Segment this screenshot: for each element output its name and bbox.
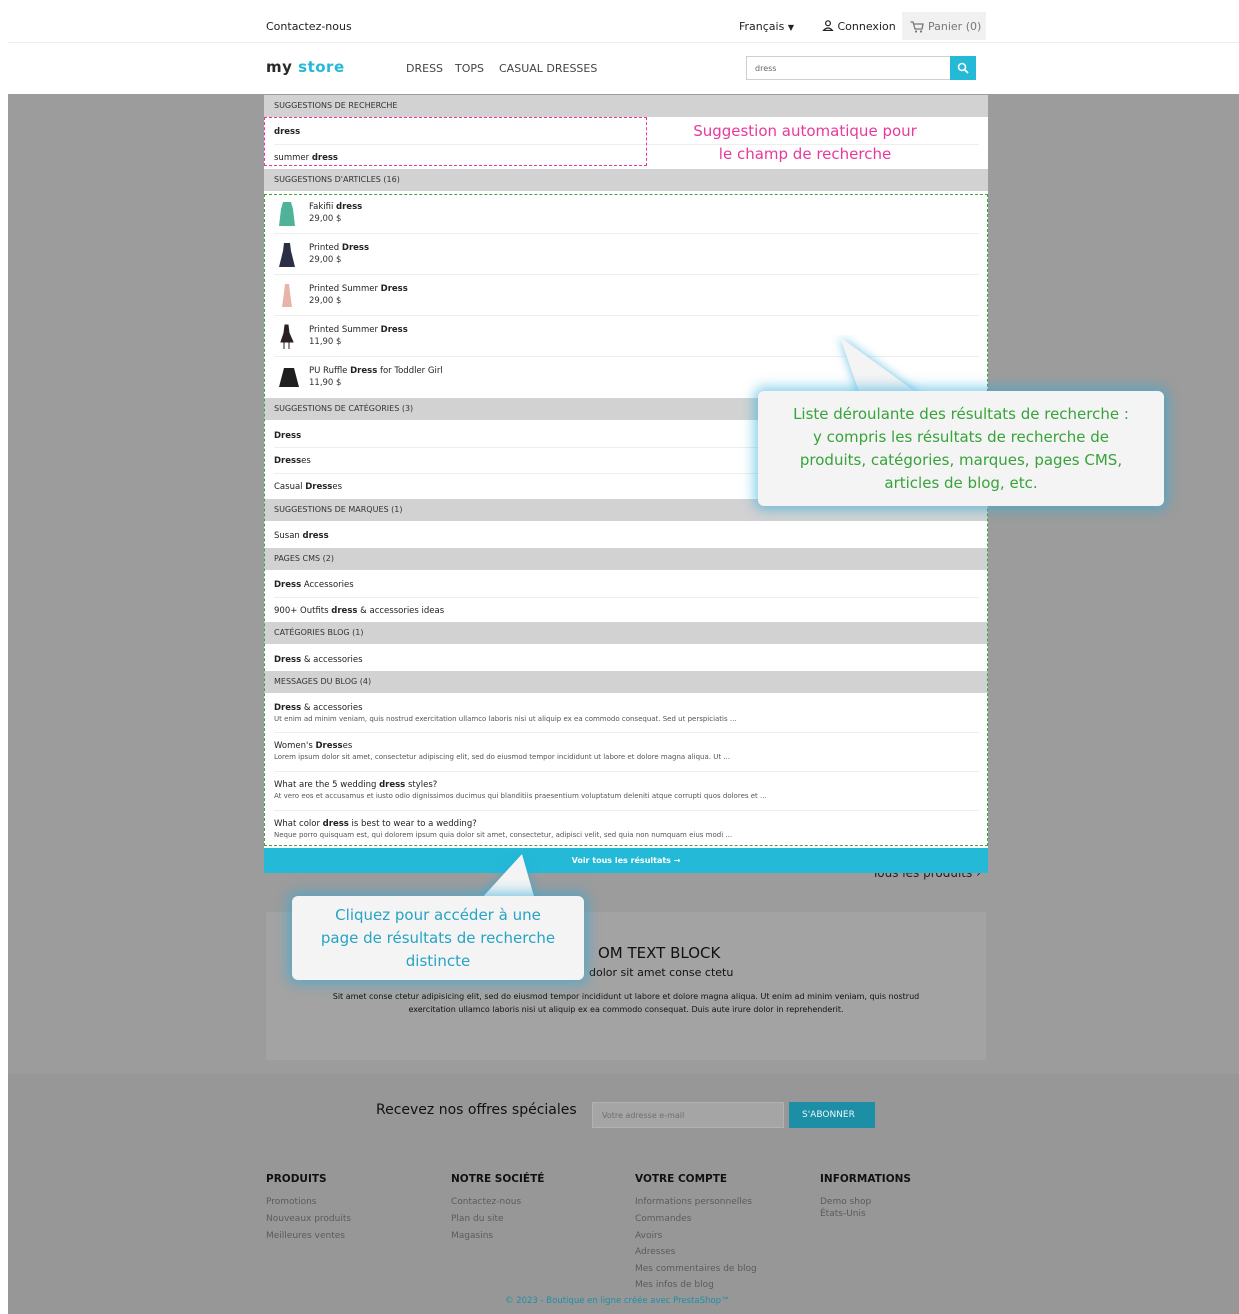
logo-part-2: store [298, 58, 345, 76]
annotation-line: page de résultats de recherche [320, 929, 556, 947]
footer-link-contact[interactable]: Contactez-nous [451, 1197, 521, 1207]
annotation-line: Liste déroulante des résultats de recher… [793, 405, 1129, 423]
footer-link-addresses[interactable]: Adresses [635, 1247, 675, 1257]
footer-link-credit-slips[interactable]: Avoirs [635, 1231, 662, 1241]
cart-label: Panier (0) [928, 20, 982, 33]
store-logo[interactable]: my store [266, 58, 345, 76]
cart-button[interactable]: Panier (0) [902, 12, 986, 40]
custom-block-text-2: exercitation ullamco laboris nisi ut ali… [408, 1005, 844, 1014]
footer-link-sitemap[interactable]: Plan du site [451, 1214, 504, 1224]
contact-link[interactable]: Contactez-nous [266, 20, 352, 33]
footer-link-orders[interactable]: Commandes [635, 1214, 691, 1224]
footer-title-company: NOTRE SOCIÉTÉ [451, 1173, 545, 1185]
callout-pointer [480, 854, 535, 900]
language-label: Français [739, 20, 785, 33]
annotation-line: distincte [405, 952, 471, 970]
caret-down-icon: ▼ [787, 23, 794, 32]
footer-link-new-products[interactable]: Nouveaux produits [266, 1214, 351, 1224]
menu-item-casual-dresses[interactable]: CASUAL DRESSES [499, 62, 597, 75]
footer-copyright[interactable]: © 2023 - Boutique en ligne créée avec Pr… [505, 1296, 729, 1306]
footer-link-personal-info[interactable]: Informations personnelles [635, 1197, 752, 1207]
menu-item-dress[interactable]: DRESS [406, 62, 443, 75]
user-icon [822, 20, 834, 32]
annotation-line: le champ de recherche [718, 145, 892, 163]
search-button[interactable] [950, 56, 976, 80]
annotation-line: Cliquez pour accéder à une [335, 906, 541, 924]
footer-title-products: PRODUITS [266, 1173, 327, 1185]
footer-link-blog-info[interactable]: Mes infos de blog [635, 1280, 714, 1290]
search-icon [957, 62, 969, 74]
footer-title-account: VOTRE COMPTE [635, 1173, 728, 1185]
section-header-product-suggestions: SUGGESTIONS D'ARTICLES (16) [264, 169, 988, 191]
login-label: Connexion [837, 20, 896, 33]
footer-link-blog-comments[interactable]: Mes commentaires de blog [635, 1264, 757, 1274]
annotation-line: articles de blog, etc. [884, 474, 1038, 492]
subscribe-button[interactable]: S'ABONNER [789, 1102, 875, 1128]
language-selector[interactable]: Français ▼ [739, 20, 794, 33]
subscribe-label: S'ABONNER [802, 1110, 855, 1120]
footer-link-best-sellers[interactable]: Meilleures ventes [266, 1231, 345, 1241]
newsletter-placeholder: Votre adresse e-mail [602, 1111, 685, 1120]
nav-bar [8, 42, 1239, 94]
annotation-see-all: Cliquez pour accéder à une page de résul… [292, 896, 584, 980]
menu-item-tops[interactable]: TOPS [455, 62, 484, 75]
footer-link-promotions[interactable]: Promotions [266, 1197, 316, 1207]
section-header-search-suggestions: SUGGESTIONS DE RECHERCHE [264, 95, 988, 117]
footer-link-stores[interactable]: Magasins [451, 1231, 493, 1241]
newsletter-label: Recevez nos offres spéciales [376, 1102, 577, 1118]
logo-part-1: my [266, 58, 293, 76]
cart-icon [910, 21, 924, 33]
annotation-line: produits, catégories, marques, pages CMS… [799, 451, 1123, 469]
highlight-results-list [264, 194, 988, 846]
top-bar [8, 8, 1239, 42]
callout-pointer [840, 337, 920, 395]
highlight-search-suggestions [264, 117, 647, 166]
footer-title-info: INFORMATIONS [820, 1173, 911, 1185]
annotation-results-dropdown: Liste déroulante des résultats de recher… [758, 391, 1164, 506]
annotation-line: Suggestion automatique pour [693, 122, 917, 140]
search-input[interactable]: dress [746, 56, 952, 80]
custom-block-title: OM TEXT BLOCK [598, 944, 721, 962]
newsletter-email-input[interactable]: Votre adresse e-mail [592, 1102, 784, 1128]
login-link[interactable]: Connexion [822, 20, 896, 33]
footer-info-shop: Demo shop [820, 1197, 872, 1207]
custom-block-text-1: Sit amet conse ctetur adipisicing elit, … [332, 992, 920, 1001]
see-all-results-button[interactable]: Voir tous les résultats → [264, 848, 988, 873]
annotation-autosuggest: Suggestion automatique pour le champ de … [660, 120, 950, 166]
annotation-line: y compris les résultats de recherche de [812, 428, 1110, 446]
footer-info-country: États-Unis [820, 1209, 866, 1219]
custom-block-subtitle: dolor sit amet conse ctetu [589, 966, 734, 979]
